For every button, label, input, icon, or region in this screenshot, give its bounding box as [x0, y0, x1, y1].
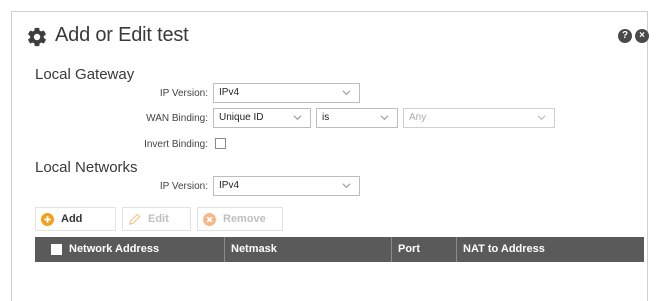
column-header-port[interactable]: Port — [392, 237, 457, 262]
edit-button-label: Edit — [148, 213, 169, 225]
networks-ip-version-select[interactable]: IPv4 — [213, 176, 360, 196]
close-icon[interactable]: × — [635, 29, 649, 43]
chevron-down-icon — [342, 90, 351, 96]
edit-button[interactable]: Edit — [122, 207, 191, 231]
gateway-ip-version-select[interactable]: IPv4 — [213, 83, 360, 103]
chevron-down-icon — [293, 115, 302, 121]
chevron-down-icon — [380, 115, 389, 121]
wan-binding-operator-select[interactable]: is — [316, 108, 398, 128]
pencil-icon — [129, 213, 141, 225]
help-icon[interactable]: ? — [618, 29, 632, 43]
remove-circle-icon — [203, 212, 216, 226]
chevron-down-icon — [537, 115, 546, 121]
column-header-network-address[interactable]: Network Address — [63, 237, 225, 262]
wan-binding-target-value: Any — [409, 112, 427, 123]
wan-binding-type-value: Unique ID — [219, 112, 264, 123]
networks-ip-version-label: IP Version: — [159, 181, 208, 192]
dialog-title: Add or Edit test — [55, 24, 189, 46]
gateway-ip-version-value: IPv4 — [219, 87, 240, 98]
wan-binding-operator-value: is — [322, 112, 330, 123]
column-header-nat-to-address[interactable]: NAT to Address — [457, 237, 644, 262]
dialog-header: Add or Edit test ? × — [12, 12, 649, 58]
remove-button-label: Remove — [223, 213, 266, 225]
remove-button[interactable]: Remove — [197, 207, 283, 231]
invert-binding-label: Invert Binding: — [144, 139, 208, 150]
plus-circle-icon — [41, 212, 54, 226]
gateway-ip-version-label: IP Version: — [159, 88, 208, 99]
wan-binding-label: WAN Binding: — [146, 113, 208, 124]
add-button-label: Add — [61, 213, 83, 225]
local-gateway-heading: Local Gateway — [35, 66, 135, 83]
add-edit-test-dialog: Add or Edit test ? × Local Gateway IP Ve… — [11, 11, 649, 301]
wan-binding-type-select[interactable]: Unique ID — [213, 108, 311, 128]
gear-icon — [28, 27, 46, 47]
networks-table-header: Network Address Netmask Port NAT to Addr… — [35, 237, 644, 262]
column-header-netmask[interactable]: Netmask — [225, 237, 392, 262]
networks-ip-version-value: IPv4 — [219, 180, 240, 191]
chevron-down-icon — [342, 183, 351, 189]
local-networks-heading: Local Networks — [35, 159, 138, 176]
wan-binding-target-select[interactable]: Any — [403, 108, 555, 128]
select-all-checkbox[interactable] — [51, 244, 62, 255]
invert-binding-checkbox[interactable] — [215, 138, 226, 149]
add-button[interactable]: Add — [35, 207, 116, 231]
